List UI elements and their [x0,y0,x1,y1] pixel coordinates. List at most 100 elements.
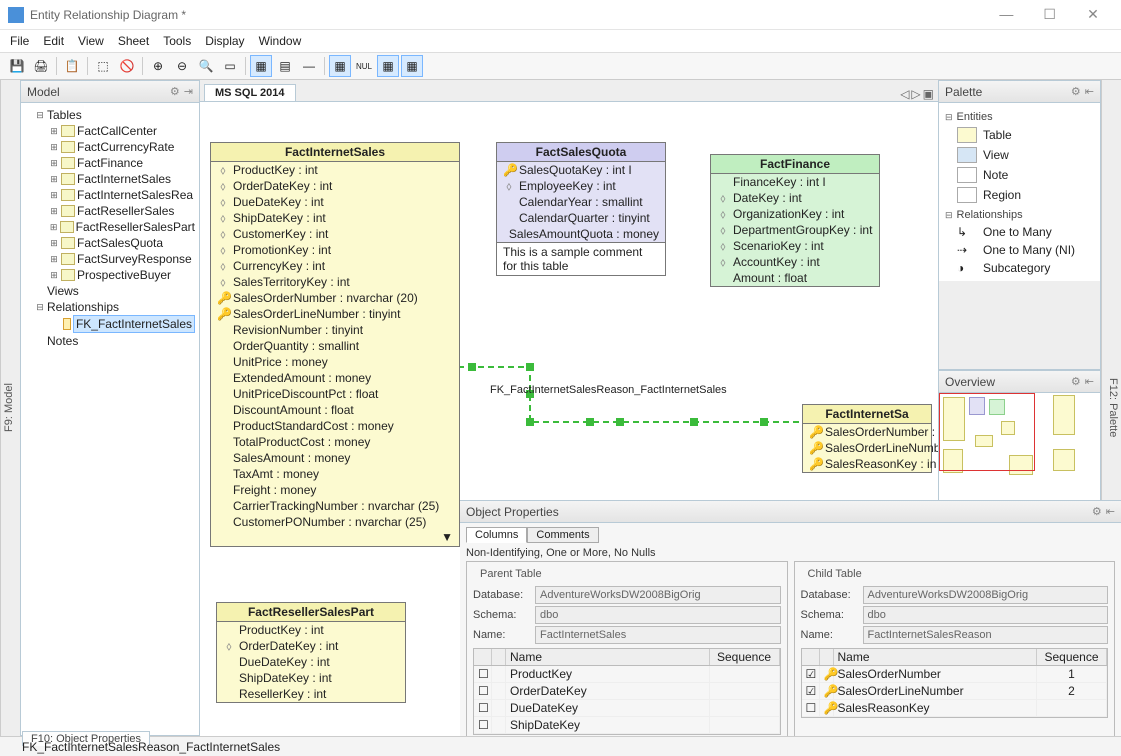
entity-column[interactable]: CarrierTrackingNumber : nvarchar (25) [211,498,459,514]
entity-column[interactable]: ShipDateKey : int [217,670,405,686]
props-tab-comments[interactable]: Comments [527,527,598,543]
entity-column[interactable]: RevisionNumber : tinyint [211,322,459,338]
palette-table[interactable]: Table [945,125,1094,145]
gear-icon[interactable]: ⚙ [170,85,180,98]
entity-column[interactable]: UnitPrice : money [211,354,459,370]
tree-item[interactable]: FactInternetSalesRea [77,187,193,203]
entity-column[interactable]: Amount : float [711,270,879,286]
entity-factresellersalespart[interactable]: FactResellerSalesPart ProductKey : int⬨O… [216,602,406,703]
menu-file[interactable]: File [10,34,29,48]
zoom-out-icon[interactable]: ⊖ [171,55,193,77]
entity-column[interactable]: ProductKey : int [217,622,405,638]
palette-view[interactable]: View [945,145,1094,165]
menu-window[interactable]: Window [259,34,302,48]
entity-column[interactable]: ⬨OrganizationKey : int [711,206,879,222]
table-row[interactable]: ☑🔑SalesOrderNumber1 [802,666,1108,683]
model-tree[interactable]: ⊟Tables ⊞FactCallCenter ⊞FactCurrencyRat… [21,103,199,735]
tree-item[interactable]: ProspectiveBuyer [77,267,171,283]
entity-column[interactable]: 🔑SalesReasonKey : in [803,456,931,472]
cancel-icon[interactable]: 🚫 [116,55,138,77]
entity-factinternetsalesreason[interactable]: FactInternetSa 🔑SalesOrderNumber :🔑Sales… [802,404,932,473]
entity-column[interactable]: ⬨CurrencyKey : int [211,258,459,274]
table-row[interactable]: ☐🔑SalesReasonKey [802,700,1108,717]
pin-icon[interactable]: ⇥ [184,85,193,98]
entity-factinternetsales[interactable]: FactInternetSales ⬨ProductKey : int⬨Orde… [210,142,460,547]
entity-column[interactable]: ⬨ProductKey : int [211,162,459,178]
entity-column[interactable]: ⬨ShipDateKey : int [211,210,459,226]
entity-factsalesquota[interactable]: FactSalesQuota 🔑SalesQuotaKey : int I⬨Em… [496,142,666,276]
palette-rel-1n-ni[interactable]: ⇢One to Many (NI) [945,241,1094,259]
display-mode-3-icon[interactable]: — [298,55,320,77]
gear-icon[interactable]: ⚙ [1071,375,1081,388]
entity-column[interactable]: DueDateKey : int [217,654,405,670]
entity-column[interactable]: ⬨ScenarioKey : int [711,238,879,254]
tree-tables[interactable]: Tables [47,107,82,123]
menu-view[interactable]: View [78,34,104,48]
child-columns-table[interactable]: NameSequence ☑🔑SalesOrderNumber1☑🔑SalesO… [801,648,1109,718]
entity-column[interactable]: FinanceKey : int I [711,174,879,190]
entity-column[interactable]: ⬨EmployeeKey : int [497,178,665,194]
entity-column[interactable]: ResellerKey : int [217,686,405,702]
zoom-reset-icon[interactable]: 🔍 [195,55,217,77]
parent-db[interactable]: AdventureWorksDW2008BigOrig [535,586,781,604]
zoom-in-icon[interactable]: ⊕ [147,55,169,77]
entity-column[interactable]: ⬨CustomerKey : int [211,226,459,242]
save-icon[interactable]: 💾 [6,55,28,77]
table-row[interactable]: ☐ShipDateKey [474,717,780,734]
toggle-null-icon[interactable]: NUL [353,55,375,77]
display-mode-1-icon[interactable]: ▦ [250,55,272,77]
entity-column[interactable]: 🔑SalesOrderLineNumber : tinyint [211,306,459,322]
entity-column[interactable]: DiscountAmount : float [211,402,459,418]
props-tab-columns[interactable]: Columns [466,527,527,543]
toggle-b-icon[interactable]: ▦ [377,55,399,77]
tab-next-icon[interactable]: ▷ [911,87,920,101]
palette-rel-sub[interactable]: ◑Subcategory [945,259,1094,277]
child-schema[interactable]: dbo [863,606,1109,624]
tab-list-icon[interactable]: ▣ [923,87,934,101]
entity-column[interactable]: SalesAmountQuota : money [497,226,665,242]
parent-columns-table[interactable]: NameSequence ☐ProductKey☐OrderDateKey☐Du… [473,648,781,735]
entity-column[interactable]: ⬨OrderDateKey : int [217,638,405,654]
tree-item[interactable]: FactCurrencyRate [77,139,174,155]
maximize-button[interactable]: ☐ [1030,6,1070,23]
menu-sheet[interactable]: Sheet [118,34,149,48]
parent-name[interactable]: FactInternetSales [535,626,781,644]
notable-icon[interactable]: ⬚ [92,55,114,77]
palette-section-rel[interactable]: Relationships [945,209,1094,221]
palette-section-entities[interactable]: Entities [945,111,1094,123]
entity-column[interactable]: ExtendedAmount : money [211,370,459,386]
tree-relationships[interactable]: Relationships [47,299,119,315]
entity-column[interactable]: ⬨OrderDateKey : int [211,178,459,194]
copy-icon[interactable]: 📋 [61,55,83,77]
tree-views[interactable]: Views [47,283,79,299]
tree-item[interactable]: FactInternetSales [77,171,171,187]
tab-prev-icon[interactable]: ◁ [900,87,909,101]
display-mode-2-icon[interactable]: ▤ [274,55,296,77]
entity-factfinance[interactable]: FactFinance FinanceKey : int I⬨DateKey :… [710,154,880,287]
entity-column[interactable]: ⬨DueDateKey : int [211,194,459,210]
entity-column[interactable]: TaxAmt : money [211,466,459,482]
parent-schema[interactable]: dbo [535,606,781,624]
pin-icon[interactable]: ⇤ [1106,505,1115,518]
entity-column[interactable]: CalendarQuarter : tinyint [497,210,665,226]
entity-column[interactable]: ⬨AccountKey : int [711,254,879,270]
print-icon[interactable]: 🖨 [30,55,52,77]
tree-item[interactable]: FactSalesQuota [77,235,163,251]
tree-item[interactable]: FactFinance [77,155,143,171]
entity-column[interactable]: UnitPriceDiscountPct : float [211,386,459,402]
entity-column[interactable]: ⬨DepartmentGroupKey : int [711,222,879,238]
left-gutter-model[interactable]: F9: Model [0,80,20,736]
close-button[interactable]: ✕ [1073,6,1113,23]
zoom-fit-icon[interactable]: ▭ [219,55,241,77]
table-row[interactable]: ☐ProductKey [474,666,780,683]
tree-item[interactable]: FactSurveyResponse [77,251,192,267]
pin-icon[interactable]: ⇤ [1085,375,1094,388]
entity-column[interactable]: 🔑SalesOrderNumber : [803,424,931,440]
gear-icon[interactable]: ⚙ [1092,505,1102,518]
entity-column[interactable]: CalendarYear : smallint [497,194,665,210]
entity-column[interactable]: ⬨PromotionKey : int [211,242,459,258]
entity-column[interactable]: Freight : money [211,482,459,498]
entity-column[interactable]: 🔑SalesOrderNumber : nvarchar (20) [211,290,459,306]
table-row[interactable]: ☑🔑SalesOrderLineNumber2 [802,683,1108,700]
entity-column[interactable]: 🔑SalesQuotaKey : int I [497,162,665,178]
